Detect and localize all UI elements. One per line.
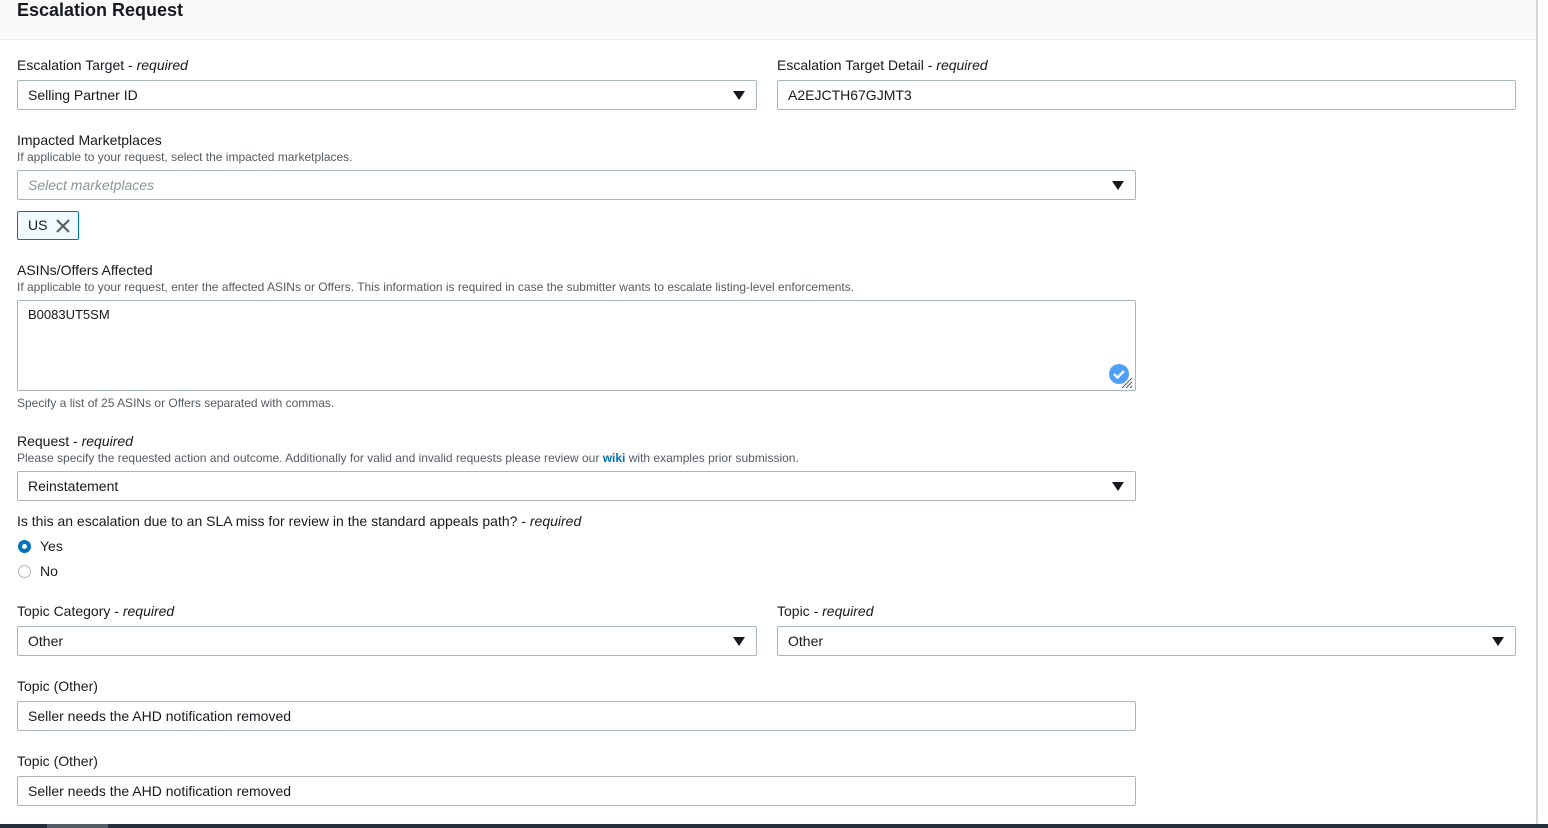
asins-label: ASINs/Offers Affected	[17, 262, 153, 278]
request-description: Please specify the requested action and …	[17, 451, 799, 465]
page-title: Escalation Request	[17, 0, 184, 20]
vertical-scrollbar[interactable]	[1536, 0, 1538, 828]
request-value: Reinstatement	[28, 478, 119, 494]
topic-other-label-2: Topic (Other)	[17, 753, 98, 769]
caret-down-icon	[1112, 482, 1124, 491]
resize-handle-icon[interactable]	[1117, 373, 1133, 389]
sla-miss-label: Is this an escalation due to an SLA miss…	[17, 513, 582, 529]
topic-other-input-2[interactable]: Seller needs the AHD notification remove…	[17, 776, 1136, 806]
radio-label-no: No	[40, 563, 58, 579]
escalation-target-value: Selling Partner ID	[28, 87, 138, 103]
close-icon[interactable]	[55, 218, 71, 234]
marketplaces-placeholder: Select marketplaces	[28, 177, 155, 193]
request-select[interactable]: Reinstatement	[17, 471, 1136, 501]
caret-down-icon	[1112, 181, 1124, 190]
scrollbar-thumb[interactable]	[47, 824, 108, 828]
impacted-marketplaces-label: Impacted Marketplaces	[17, 132, 162, 148]
escalation-target-detail-value: A2EJCTH67GJMT3	[788, 87, 912, 103]
caret-down-icon	[733, 91, 745, 100]
topic-other-input[interactable]: Seller needs the AHD notification remove…	[17, 701, 1136, 731]
wiki-link[interactable]: wiki	[603, 451, 626, 465]
asins-hint: Specify a list of 25 ASINs or Offers sep…	[17, 396, 335, 410]
topic-select[interactable]: Other	[777, 626, 1516, 656]
page-header: Escalation Request	[0, 0, 1536, 40]
asins-description: If applicable to your request, enter the…	[17, 280, 855, 294]
topic-other-value-2: Seller needs the AHD notification remove…	[28, 783, 292, 799]
escalation-target-detail-label: Escalation Target Detail - required	[777, 57, 988, 73]
marketplaces-multiselect[interactable]: Select marketplaces	[17, 170, 1136, 200]
escalation-target-label: Escalation Target - required	[17, 57, 188, 73]
impacted-marketplaces-description: If applicable to your request, select th…	[17, 150, 353, 164]
topic-category-select[interactable]: Other	[17, 626, 757, 656]
horizontal-scrollbar[interactable]	[0, 824, 1548, 828]
radio-label-yes: Yes	[40, 538, 63, 554]
radio-button-yes[interactable]	[18, 540, 31, 553]
topic-other-label: Topic (Other)	[17, 678, 98, 694]
escalation-target-select[interactable]: Selling Partner ID	[17, 80, 757, 110]
asins-textarea[interactable]: B0083UT5SM	[17, 300, 1136, 391]
topic-value: Other	[788, 633, 824, 649]
token-label: US	[28, 217, 48, 233]
topic-category-label: Topic Category - required	[17, 603, 175, 619]
topic-other-value: Seller needs the AHD notification remove…	[28, 708, 292, 724]
radio-button-no[interactable]	[18, 565, 31, 578]
marketplace-token-us: US	[17, 211, 79, 240]
caret-down-icon	[733, 637, 745, 646]
topic-label: Topic - required	[777, 603, 874, 619]
topic-category-value: Other	[28, 633, 64, 649]
escalation-target-detail-input[interactable]: A2EJCTH67GJMT3	[777, 80, 1516, 110]
asins-value: B0083UT5SM	[28, 307, 110, 322]
caret-down-icon	[1492, 637, 1504, 646]
request-label: Request - required	[17, 433, 133, 449]
